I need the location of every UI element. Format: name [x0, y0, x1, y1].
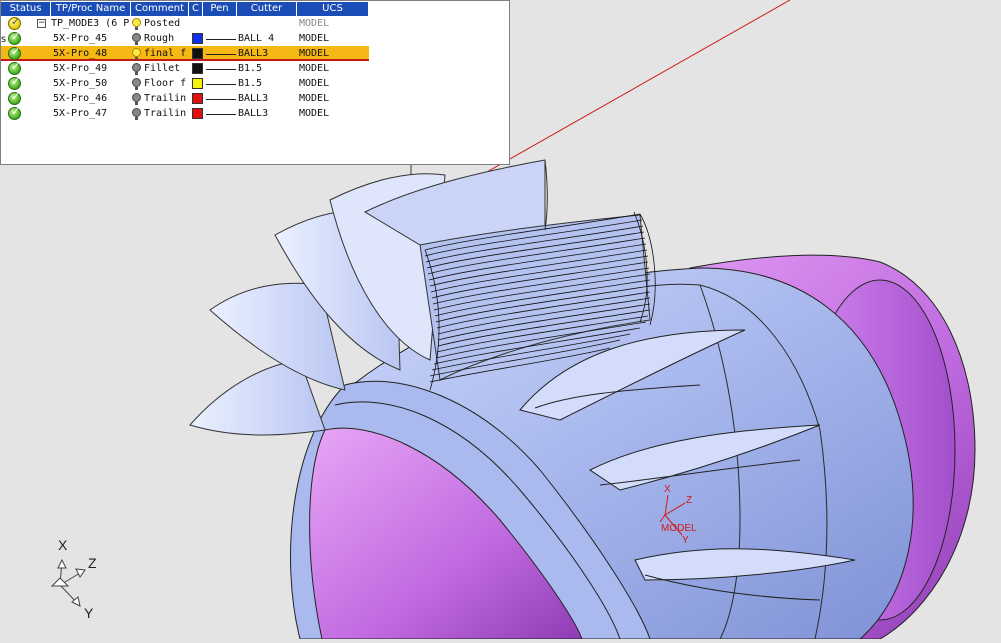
pen-style-line[interactable]: [206, 99, 236, 100]
operation-row[interactable]: 5X-Pro_47 Trailin BALL3 MODEL: [1, 105, 369, 121]
visibility-bulb-icon[interactable]: [132, 78, 141, 90]
operation-ucs: MODEL: [299, 108, 330, 119]
model-ucs-y: Y: [682, 535, 689, 546]
operation-name: 5X-Pro_48: [53, 48, 108, 59]
col-cutter[interactable]: Cutter: [237, 2, 297, 16]
color-swatch[interactable]: [192, 93, 203, 104]
color-swatch[interactable]: [192, 63, 203, 74]
operation-comment: Rough: [144, 33, 175, 44]
operation-row[interactable]: 5X-Pro_45 Rough BALL 4 MODEL: [1, 30, 369, 46]
operation-ucs: MODEL: [299, 18, 330, 29]
ok-status-icon: [8, 45, 21, 60]
pen-style-line[interactable]: [206, 69, 236, 70]
pen-style-line[interactable]: [206, 39, 236, 40]
visibility-bulb-icon[interactable]: [132, 48, 141, 60]
operation-name: 5X-Pro_50: [53, 78, 108, 89]
operation-ucs: MODEL: [299, 48, 330, 59]
operation-cutter: BALL3: [238, 108, 269, 119]
operation-cutter: BALL3: [238, 48, 269, 59]
operation-ucs: MODEL: [299, 33, 330, 44]
operation-comment: Trailin: [144, 93, 187, 104]
visibility-bulb-icon[interactable]: [132, 33, 141, 45]
ok-status-icon: [8, 60, 21, 75]
operation-cutter: [238, 16, 296, 31]
operation-ucs: MODEL: [299, 78, 330, 89]
operation-row[interactable]: 5X-Pro_46 Trailin BALL3 MODEL: [1, 90, 369, 106]
visibility-bulb-icon[interactable]: [132, 18, 141, 30]
operation-cutter: BALL 4: [238, 33, 275, 44]
operation-comment: Floor f: [144, 78, 187, 89]
world-triad-icon: [50, 558, 86, 607]
ok-status-icon: [8, 90, 21, 105]
color-swatch[interactable]: [192, 48, 203, 59]
table-header: Status TP/Proc Name Comment C Pen Cutter…: [1, 2, 369, 16]
visibility-bulb-icon[interactable]: [132, 108, 141, 120]
pen-style-line[interactable]: [206, 54, 236, 55]
col-status[interactable]: Status: [1, 2, 51, 16]
triad-x-label: X: [58, 537, 68, 553]
operation-row[interactable]: 5X-Pro_50 Floor f B1.5 MODEL: [1, 75, 369, 91]
color-swatch[interactable]: [192, 78, 203, 89]
col-pen[interactable]: Pen: [203, 2, 237, 16]
collapse-icon[interactable]: −: [37, 19, 46, 28]
operation-name: 5X-Pro_47: [53, 108, 108, 119]
color-swatch[interactable]: [192, 108, 203, 119]
operation-ucs: MODEL: [299, 63, 330, 74]
ok-status-icon: [8, 75, 21, 90]
col-color[interactable]: C: [189, 2, 203, 16]
operation-cutter: B1.5: [238, 63, 263, 74]
col-comment[interactable]: Comment: [131, 2, 189, 16]
pen-style-line[interactable]: [206, 114, 236, 115]
color-swatch[interactable]: [192, 33, 203, 44]
visibility-bulb-icon[interactable]: [132, 93, 141, 105]
operation-comment: Trailin: [144, 108, 187, 119]
operation-ucs: MODEL: [299, 93, 330, 104]
model-ucs-z: Z: [686, 495, 692, 506]
operation-cutter: BALL3: [238, 93, 269, 104]
model-ucs-x: X: [664, 484, 671, 495]
operation-comment: final f: [144, 48, 187, 59]
toolpath-manager-panel[interactable]: Status TP/Proc Name Comment C Pen Cutter…: [0, 0, 510, 165]
col-ucs[interactable]: UCS: [297, 2, 369, 16]
posted-status-icon: [8, 15, 21, 30]
operation-name: TP_MODE3 (6 P: [51, 18, 130, 29]
operation-name: 5X-Pro_45: [53, 33, 108, 44]
visibility-bulb-icon[interactable]: [132, 63, 141, 75]
operation-row[interactable]: 5X-Pro_49 Fillet B1.5 MODEL: [1, 60, 369, 76]
operation-group-row[interactable]: −TP_MODE3 (6 P Posted MODEL: [1, 15, 369, 31]
side-marker: s: [1, 34, 7, 45]
model-ucs-label: MODEL: [661, 523, 697, 534]
operation-name: 5X-Pro_46: [53, 93, 108, 104]
triad-z-label: Z: [88, 555, 97, 571]
operation-comment: Fillet: [144, 63, 181, 74]
operation-cutter: B1.5: [238, 78, 263, 89]
col-name[interactable]: TP/Proc Name: [51, 2, 131, 16]
operation-name: 5X-Pro_49: [53, 63, 108, 74]
operation-comment: Posted: [144, 18, 181, 29]
ok-status-icon: [8, 30, 21, 45]
pen-style-line[interactable]: [206, 84, 236, 85]
operation-row[interactable]: 5X-Pro_48 final f BALL3 MODEL: [1, 45, 369, 61]
ok-status-icon: [8, 105, 21, 120]
triad-y-label: Y: [84, 605, 94, 621]
